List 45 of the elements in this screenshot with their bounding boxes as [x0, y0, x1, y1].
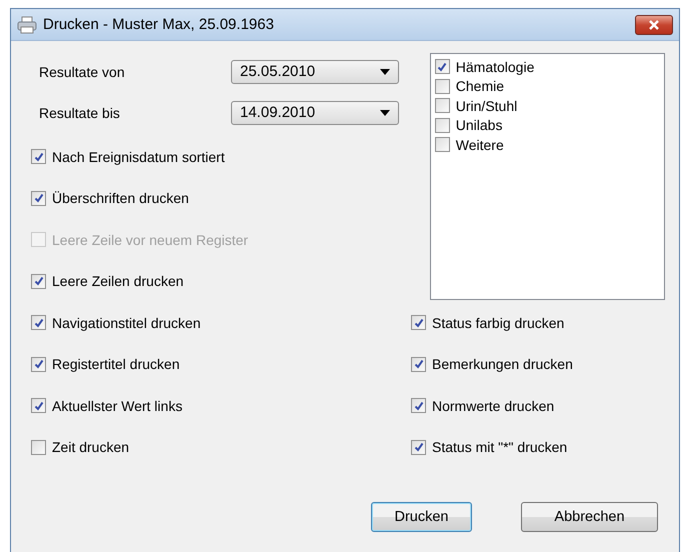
- option-label: Überschriften drucken: [52, 190, 189, 206]
- checkbox[interactable]: [434, 78, 450, 94]
- dialog-button[interactable]: Drucken: [371, 502, 472, 532]
- checkbox[interactable]: [434, 137, 450, 152]
- field-label: Resultate bis: [39, 104, 121, 120]
- checkbox[interactable]: [411, 356, 426, 372]
- close-icon: [648, 20, 660, 30]
- printer-icon: [17, 16, 37, 34]
- list-item[interactable]: Weitere: [456, 136, 504, 153]
- option-label: Leere Zeilen drucken: [52, 273, 184, 290]
- option-label: Zeit drucken: [52, 439, 130, 456]
- list-item[interactable]: Urin/Stuhl: [456, 98, 518, 114]
- option-label: Aktuellster Wert links: [52, 398, 182, 414]
- checkbox[interactable]: [31, 398, 46, 414]
- option-label: Status mit "*" drucken: [432, 439, 568, 456]
- checkbox[interactable]: [31, 315, 46, 330]
- checkbox[interactable]: [31, 440, 46, 455]
- checkbox[interactable]: [434, 98, 450, 114]
- checkbox[interactable]: [411, 398, 426, 414]
- option-label: Navigationstitel drucken: [52, 314, 201, 331]
- option-label: Normwerte drucken: [432, 398, 554, 414]
- dialog-button[interactable]: Abbrechen: [521, 502, 658, 532]
- list-item[interactable]: Chemie: [456, 78, 504, 94]
- option-label: Bemerkungen drucken: [432, 356, 573, 372]
- checkbox[interactable]: [434, 118, 450, 133]
- checkbox[interactable]: [31, 149, 46, 164]
- checkbox[interactable]: [434, 59, 450, 74]
- dropdown-arrow-icon: [380, 68, 390, 74]
- checkbox[interactable]: [31, 274, 46, 289]
- field-label: Resultate von: [39, 64, 126, 80]
- close-button[interactable]: [635, 14, 673, 34]
- window-title: Drucken - Muster Max, 25.09.1963: [43, 16, 275, 33]
- option-label: Leere Zeile vor neuem Register: [52, 232, 248, 248]
- list-item[interactable]: Hämatologie: [456, 58, 534, 75]
- date-dropdown[interactable]: 25.05.2010: [231, 60, 399, 84]
- checkbox[interactable]: [411, 315, 426, 330]
- list-item[interactable]: Unilabs: [456, 117, 502, 134]
- option-label: Registertitel drucken: [52, 356, 180, 372]
- option-label: Status farbig drucken: [432, 314, 564, 331]
- checkbox[interactable]: [31, 356, 46, 372]
- option-label: Nach Ereignisdatum sortiert: [52, 148, 225, 165]
- checkbox[interactable]: [411, 440, 426, 455]
- dropdown-arrow-icon: [380, 110, 390, 116]
- checkbox[interactable]: [31, 190, 46, 206]
- date-dropdown[interactable]: 14.09.2010: [231, 100, 399, 124]
